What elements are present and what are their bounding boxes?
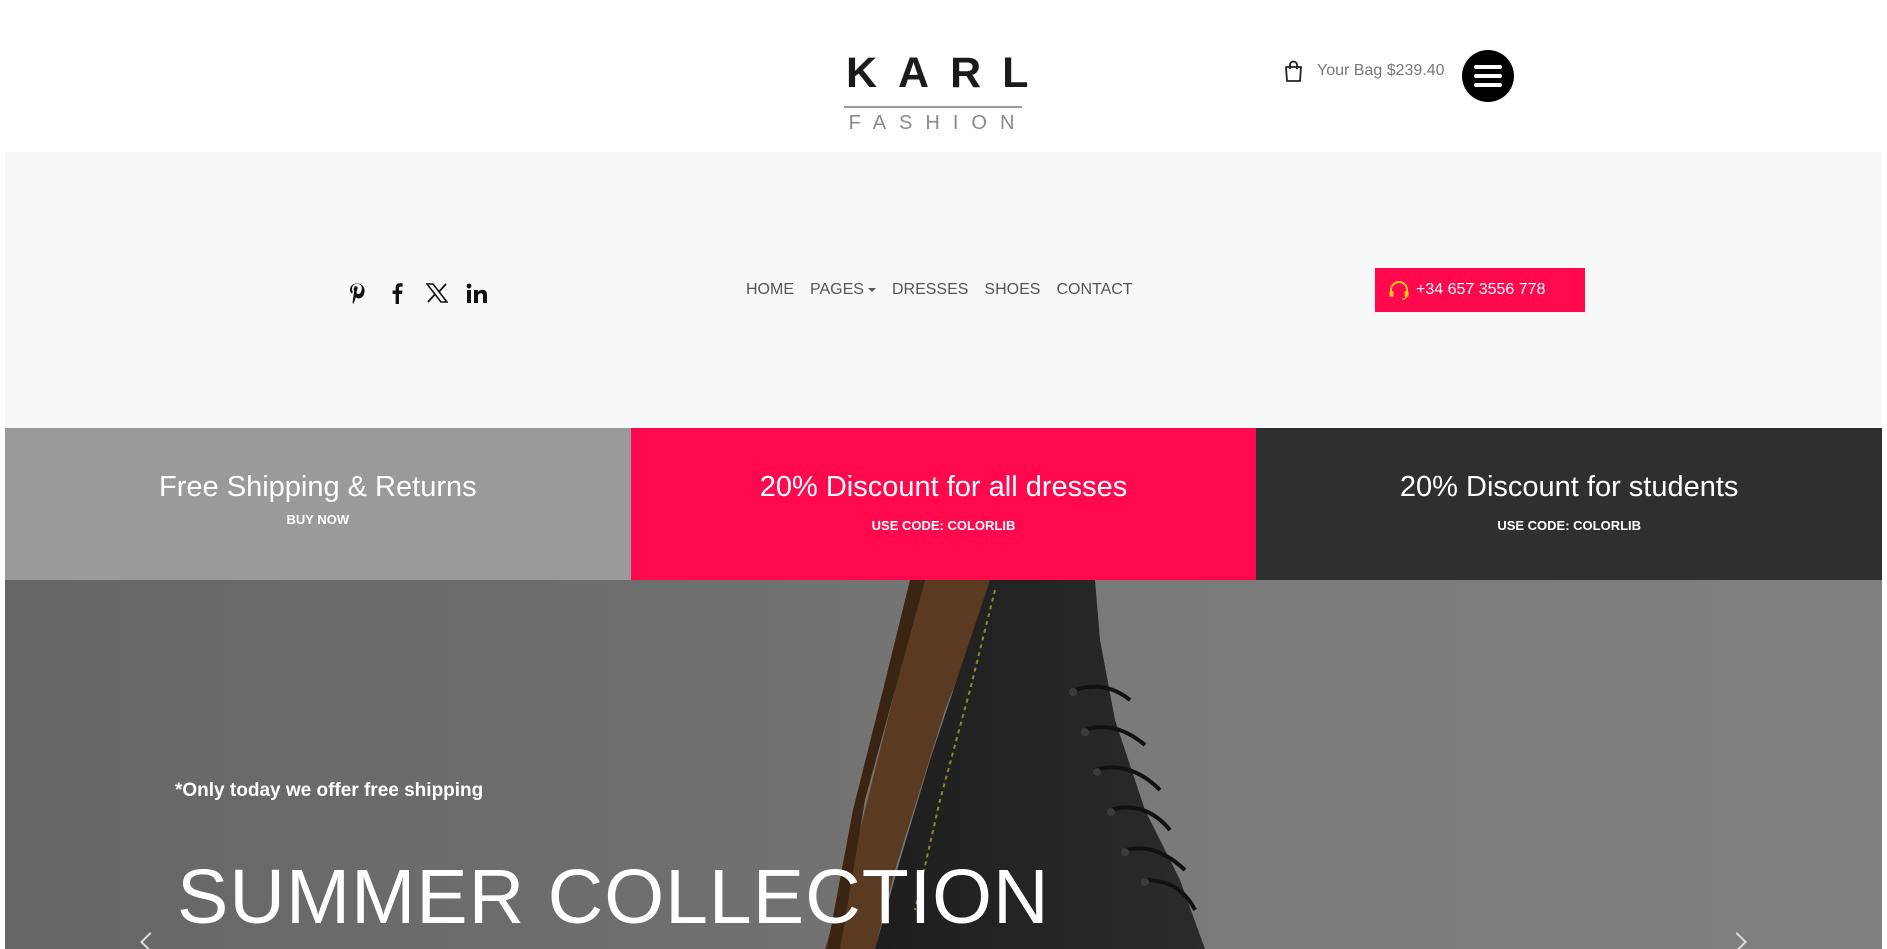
nav-item-home[interactable]: HOME	[746, 281, 794, 299]
promo-free-shipping[interactable]: Free Shipping & Returns BUY NOW	[5, 428, 631, 580]
navigation-band: HOME PAGES DRESSES SHOES CONTACT +34 657…	[5, 152, 1882, 428]
linkedin-icon[interactable]	[465, 281, 489, 305]
phone-call-button[interactable]: +34 657 3556 778	[1375, 268, 1585, 312]
nav-item-shoes[interactable]: SHOES	[984, 281, 1040, 299]
nav-item-dresses[interactable]: DRESSES	[892, 281, 968, 299]
caret-down-icon	[867, 288, 876, 292]
phone-number: +34 657 3556 778	[1416, 281, 1546, 298]
hero-slider: *Only today we offer free shipping SUMME…	[5, 580, 1882, 949]
promo-dresses-discount[interactable]: 20% Discount for all dresses USE CODE: C…	[630, 428, 1257, 580]
hamburger-menu-icon	[1474, 65, 1502, 69]
site-logo[interactable]: KARL FASHION	[838, 48, 1028, 138]
hamburger-menu-button[interactable]	[1462, 50, 1514, 102]
hero-title: SUMMER COLLECTION	[177, 854, 1050, 940]
cart-link[interactable]: Your Bag $239.40	[1284, 60, 1445, 82]
promo-students-discount[interactable]: 20% Discount for students USE CODE: Colo…	[1256, 428, 1883, 580]
logo-main-text: KARL	[846, 49, 1050, 97]
facebook-icon[interactable]	[385, 281, 409, 305]
promo-code: USE CODE: Colorlib	[871, 518, 1016, 533]
nav-item-contact[interactable]: CONTACT	[1056, 281, 1132, 299]
pinterest-icon[interactable]	[345, 281, 369, 305]
main-nav: HOME PAGES DRESSES SHOES CONTACT	[746, 281, 1133, 299]
nav-item-pages[interactable]: PAGES	[810, 281, 876, 299]
promo-title: 20% Discount for students	[1399, 471, 1739, 503]
cart-total: Your Bag $239.40	[1317, 62, 1445, 79]
promo-title: 20% Discount for all dresses	[759, 471, 1128, 503]
shopping-bag-icon	[1285, 60, 1302, 82]
logo-sub-text: FASHION	[848, 112, 1028, 134]
promo-code: USE CODE: Colorlib	[1497, 518, 1642, 533]
promo-strip: Free Shipping & Returns BUY NOW 20% Disc…	[5, 428, 1883, 580]
promo-buy-now-link[interactable]: BUY NOW	[287, 512, 350, 527]
headset-icon	[1389, 281, 1409, 300]
top-header: KARL FASHION Your Bag $239.40	[0, 0, 1887, 152]
social-links	[345, 281, 489, 305]
promo-title: Free Shipping & Returns	[159, 471, 477, 503]
hero-note: *Only today we offer free shipping	[175, 780, 484, 801]
x-twitter-icon[interactable]	[425, 281, 449, 305]
